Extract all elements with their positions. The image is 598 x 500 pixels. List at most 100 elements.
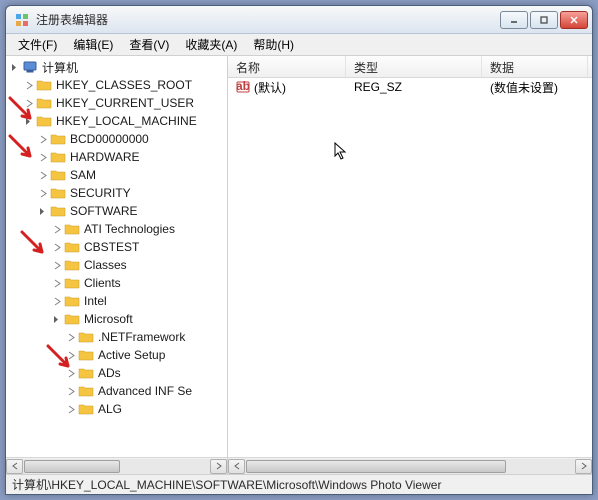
- tree-label: CBSTEST: [84, 240, 139, 254]
- menu-favorites[interactable]: 收藏夹(A): [177, 34, 245, 55]
- list-item[interactable]: ab (默认) REG_SZ (数值未设置): [228, 78, 592, 96]
- col-name[interactable]: 名称: [228, 56, 346, 77]
- menu-file[interactable]: 文件(F): [10, 34, 65, 55]
- column-headers: 名称 类型 数据: [228, 56, 592, 78]
- folder-icon: [78, 365, 94, 381]
- hscroll-track[interactable]: [245, 459, 575, 474]
- tree-node-activesetup[interactable]: Active Setup: [6, 346, 227, 364]
- window-title: 注册表编辑器: [36, 11, 500, 28]
- tree-node-computer[interactable]: 计算机: [6, 58, 227, 76]
- hscroll-left-button[interactable]: [228, 459, 245, 474]
- expander-icon[interactable]: [50, 222, 64, 236]
- hscroll-track[interactable]: [23, 459, 210, 474]
- expander-icon[interactable]: [36, 186, 50, 200]
- content-area: 计算机 HKEY_CLASSES_ROOT HKEY_CURRENT_USER …: [6, 56, 592, 474]
- registry-tree[interactable]: 计算机 HKEY_CLASSES_ROOT HKEY_CURRENT_USER …: [6, 56, 227, 457]
- col-type[interactable]: 类型: [346, 56, 482, 77]
- folder-icon: [78, 329, 94, 345]
- tree-hscrollbar[interactable]: [6, 457, 227, 474]
- tree-label: HKEY_CURRENT_USER: [56, 96, 194, 110]
- expander-icon[interactable]: [8, 60, 22, 74]
- menu-edit[interactable]: 编辑(E): [65, 34, 121, 55]
- expander-icon[interactable]: [36, 132, 50, 146]
- hscroll-left-button[interactable]: [6, 459, 23, 474]
- values-hscrollbar[interactable]: [228, 457, 592, 474]
- folder-icon: [50, 167, 66, 183]
- expander-icon[interactable]: [22, 114, 36, 128]
- tree-node-microsoft[interactable]: Microsoft: [6, 310, 227, 328]
- folder-icon: [78, 383, 94, 399]
- values-list[interactable]: ab (默认) REG_SZ (数值未设置): [228, 78, 592, 457]
- minimize-button[interactable]: [500, 11, 528, 29]
- menu-view[interactable]: 查看(V): [121, 34, 177, 55]
- expander-icon[interactable]: [22, 96, 36, 110]
- expander-icon[interactable]: [50, 294, 64, 308]
- expander-icon[interactable]: [50, 312, 64, 326]
- expander-icon[interactable]: [64, 384, 78, 398]
- tree-node-software[interactable]: SOFTWARE: [6, 202, 227, 220]
- hscroll-right-button[interactable]: [210, 459, 227, 474]
- folder-icon: [78, 401, 94, 417]
- titlebar[interactable]: 注册表编辑器: [6, 6, 592, 34]
- tree-label: SOFTWARE: [70, 204, 138, 218]
- expander-icon[interactable]: [36, 168, 50, 182]
- tree-node-ads[interactable]: ADs: [6, 364, 227, 382]
- tree-node-clients[interactable]: Clients: [6, 274, 227, 292]
- expander-icon[interactable]: [64, 330, 78, 344]
- close-button[interactable]: [560, 11, 588, 29]
- tree-node-sam[interactable]: SAM: [6, 166, 227, 184]
- svg-text:ab: ab: [236, 80, 250, 93]
- tree-label: Clients: [84, 276, 121, 290]
- tree-pane: 计算机 HKEY_CLASSES_ROOT HKEY_CURRENT_USER …: [6, 56, 228, 474]
- tree-node-hklm[interactable]: HKEY_LOCAL_MACHINE: [6, 112, 227, 130]
- expander-icon[interactable]: [36, 204, 50, 218]
- tree-node-advinf[interactable]: Advanced INF Se: [6, 382, 227, 400]
- tree-node-ati[interactable]: ATI Technologies: [6, 220, 227, 238]
- expander-icon[interactable]: [64, 348, 78, 362]
- expander-icon[interactable]: [50, 258, 64, 272]
- app-icon: [14, 12, 30, 28]
- folder-icon: [78, 347, 94, 363]
- folder-icon: [50, 131, 66, 147]
- menu-help[interactable]: 帮助(H): [245, 34, 302, 55]
- tree-node-alg[interactable]: ALG: [6, 400, 227, 418]
- tree-label: Active Setup: [98, 348, 165, 362]
- col-data[interactable]: 数据: [482, 56, 588, 77]
- string-value-icon: ab: [236, 80, 250, 94]
- tree-label: SAM: [70, 168, 96, 182]
- folder-icon: [64, 311, 80, 327]
- statusbar: 计算机\HKEY_LOCAL_MACHINE\SOFTWARE\Microsof…: [6, 474, 592, 494]
- tree-node-netframework[interactable]: .NETFramework: [6, 328, 227, 346]
- tree-node-hardware[interactable]: HARDWARE: [6, 148, 227, 166]
- expander-icon[interactable]: [50, 276, 64, 290]
- maximize-button[interactable]: [530, 11, 558, 29]
- tree-label: .NETFramework: [98, 330, 185, 344]
- folder-icon: [64, 275, 80, 291]
- folder-icon: [64, 257, 80, 273]
- tree-node-classes[interactable]: Classes: [6, 256, 227, 274]
- tree-label: 计算机: [42, 59, 78, 76]
- hscroll-thumb[interactable]: [24, 460, 120, 473]
- expander-icon[interactable]: [22, 78, 36, 92]
- tree-label: ALG: [98, 402, 122, 416]
- folder-icon: [50, 203, 66, 219]
- value-type: REG_SZ: [354, 80, 402, 94]
- tree-node-bcd[interactable]: BCD00000000: [6, 130, 227, 148]
- expander-icon[interactable]: [50, 240, 64, 254]
- mouse-cursor-icon: [334, 142, 350, 162]
- folder-icon: [36, 95, 52, 111]
- computer-icon: [22, 59, 38, 75]
- tree-node-hkcr[interactable]: HKEY_CLASSES_ROOT: [6, 76, 227, 94]
- tree-node-cbstest[interactable]: CBSTEST: [6, 238, 227, 256]
- expander-icon[interactable]: [36, 150, 50, 164]
- tree-label: HKEY_LOCAL_MACHINE: [56, 114, 197, 128]
- expander-icon[interactable]: [64, 366, 78, 380]
- tree-node-security[interactable]: SECURITY: [6, 184, 227, 202]
- tree-node-hkcu[interactable]: HKEY_CURRENT_USER: [6, 94, 227, 112]
- folder-icon: [36, 113, 52, 129]
- tree-node-intel[interactable]: Intel: [6, 292, 227, 310]
- tree-label: SECURITY: [70, 186, 131, 200]
- expander-icon[interactable]: [64, 402, 78, 416]
- hscroll-thumb[interactable]: [246, 460, 506, 473]
- hscroll-right-button[interactable]: [575, 459, 592, 474]
